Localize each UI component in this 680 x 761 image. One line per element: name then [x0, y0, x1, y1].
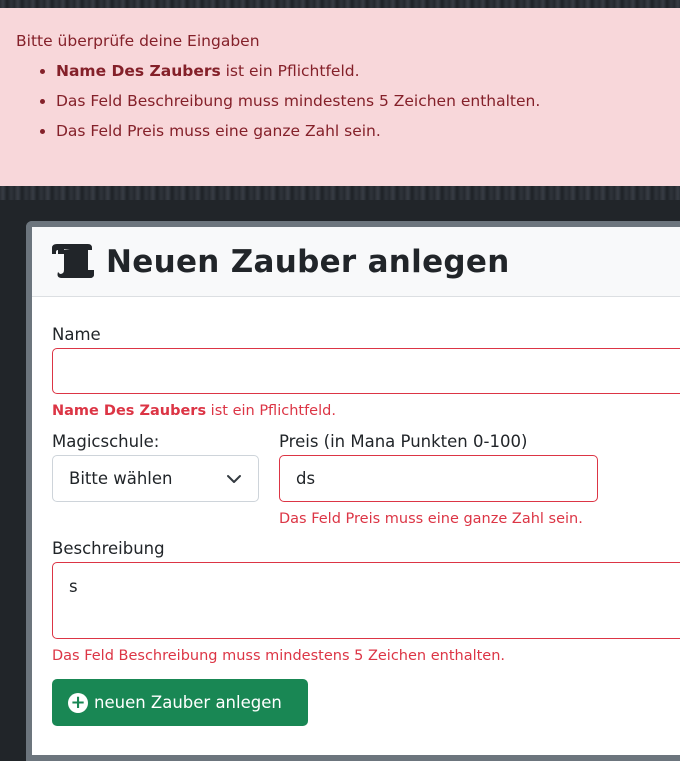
name-error-text: ist ein Pflichtfeld.	[206, 403, 336, 419]
description-textarea[interactable]: s	[52, 562, 680, 639]
price-error: Das Feld Preis muss eine ganze Zahl sein…	[279, 511, 583, 527]
alert-error-item: Das Feld Beschreibung muss mindestens 5 …	[56, 86, 664, 116]
plus-circle-icon: +	[68, 692, 88, 713]
alert-error-field: Name Des Zaubers	[56, 62, 221, 80]
name-label: Name	[52, 325, 101, 344]
magic-school-label: Magicschule:	[52, 432, 160, 451]
alert-error-text: ist ein Pflichtfeld.	[220, 62, 360, 80]
description-label: Beschreibung	[52, 539, 165, 558]
new-spell-card: Neuen Zauber anlegen Name Name Des Zaube…	[26, 221, 680, 761]
alert-error-text: Das Feld Preis muss eine ganze Zahl sein…	[56, 122, 381, 140]
card-title: Neuen Zauber anlegen	[106, 243, 510, 280]
alert-error-item: Das Feld Preis muss eine ganze Zahl sein…	[56, 116, 664, 146]
alert-error-item: Name Des Zaubers ist ein Pflichtfeld.	[56, 56, 664, 86]
name-error: Name Des Zaubers ist ein Pflichtfeld.	[52, 403, 336, 419]
alert-error-list: Name Des Zaubers ist ein Pflichtfeld. Da…	[16, 56, 664, 146]
magic-school-selected: Bitte wählen	[69, 469, 173, 488]
magic-school-select[interactable]: Bitte wählen	[52, 455, 259, 502]
create-spell-button[interactable]: + neuen Zauber anlegen	[52, 679, 308, 726]
scroll-icon	[52, 243, 94, 278]
price-input[interactable]	[279, 455, 598, 502]
description-error: Das Feld Beschreibung muss mindestens 5 …	[52, 648, 506, 664]
chevron-down-icon	[227, 475, 241, 483]
price-label: Preis (in Mana Punkten 0-100)	[279, 432, 528, 451]
create-spell-button-label: neuen Zauber anlegen	[94, 693, 282, 712]
validation-alert: Bitte überprüfe deine Eingaben Name Des …	[0, 8, 680, 186]
name-error-field: Name Des Zaubers	[52, 403, 207, 419]
alert-heading: Bitte überprüfe deine Eingaben	[16, 32, 260, 50]
card-header: Neuen Zauber anlegen	[32, 227, 680, 297]
alert-error-text: Das Feld Beschreibung muss mindestens 5 …	[56, 92, 541, 110]
name-input[interactable]	[52, 348, 680, 394]
